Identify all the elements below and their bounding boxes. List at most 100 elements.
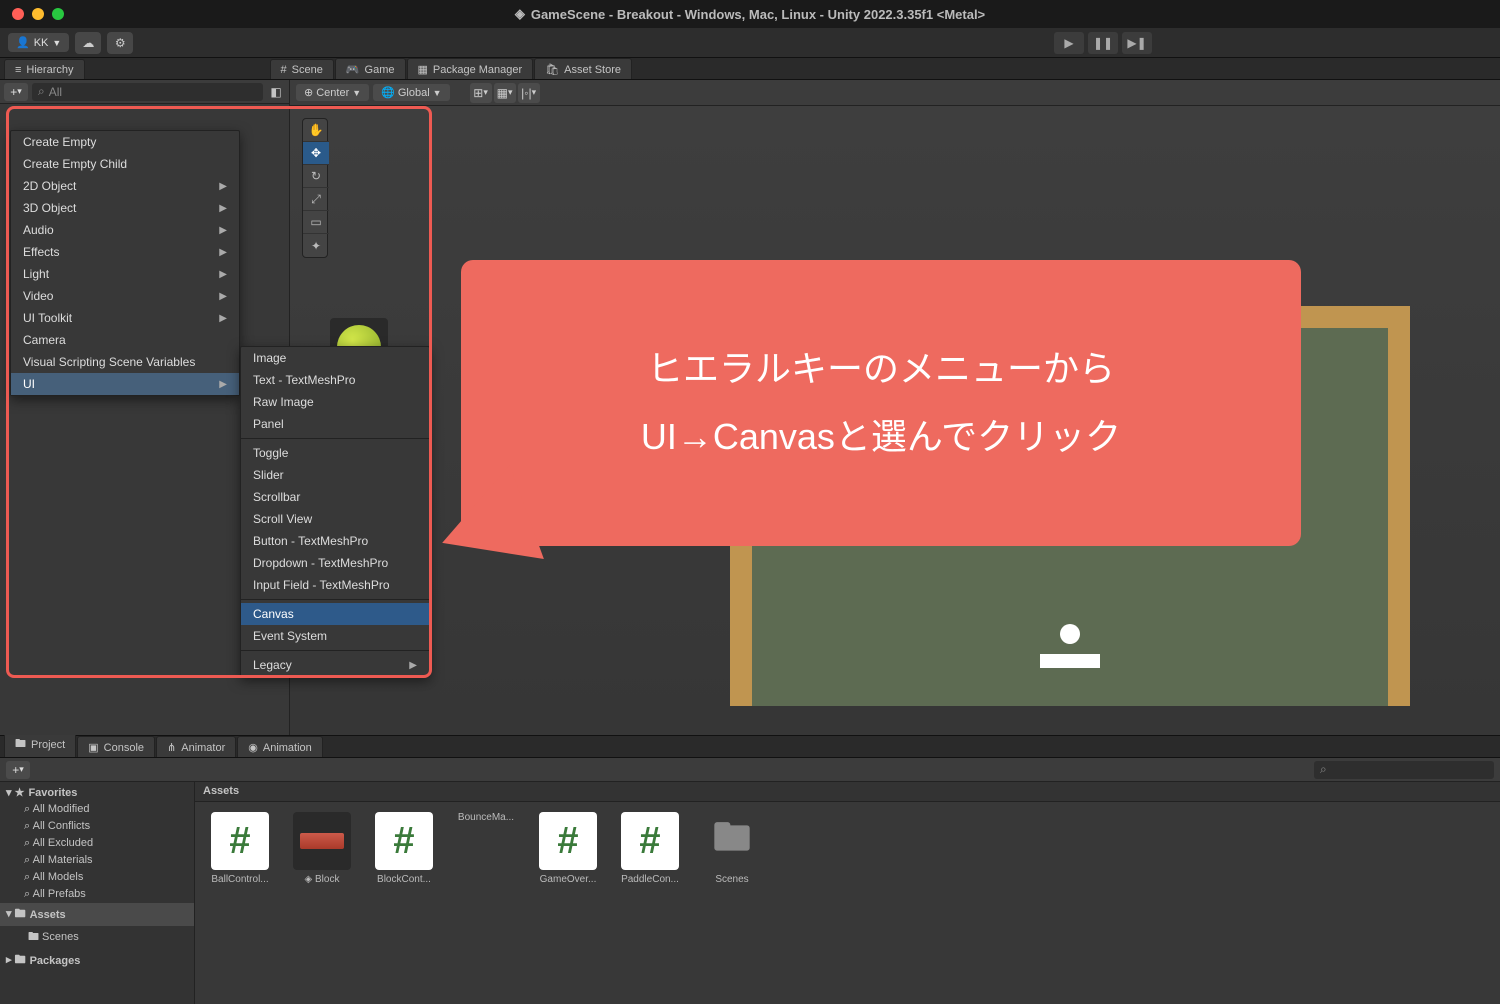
cloud-button[interactable]: ☁ <box>75 32 101 54</box>
increment-snap-icon[interactable]: ▦▾ <box>494 83 516 103</box>
user-icon: 👤 <box>16 36 30 49</box>
title-text: GameScene - Breakout - Windows, Mac, Lin… <box>531 7 985 22</box>
close-icon[interactable] <box>12 8 24 20</box>
project-content: Assets #BallControl...◈ Block#BlockCont.… <box>195 782 1500 1004</box>
snap-group: ⊞▾ ▦▾ |◦|▾ <box>470 83 540 103</box>
settings-button[interactable]: ⚙ <box>107 32 133 54</box>
project-toolbar: +▾ ⌕ <box>0 758 1500 782</box>
context-menu-create: Create EmptyCreate Empty Child2D Object▶… <box>10 130 240 396</box>
space-dropdown[interactable]: 🌐Global▼ <box>373 84 449 101</box>
move-tool-icon[interactable]: ✥ <box>303 142 329 165</box>
tab-console[interactable]: ▣Console <box>77 736 155 757</box>
search-icon: ⌕ <box>38 84 45 99</box>
add-button[interactable]: +▾ <box>4 83 28 101</box>
favorite-all-prefabs[interactable]: ⌕ All Prefabs <box>0 886 194 903</box>
tab-row: ≡Hierarchy #Scene 🎮Game ▦Package Manager… <box>0 58 1500 80</box>
assets-header[interactable]: ▾ 🖿 Assets <box>0 903 194 926</box>
filter-icon[interactable]: ◧ <box>267 85 285 99</box>
pivot-dropdown[interactable]: ⊕Center▼ <box>296 84 369 101</box>
play-button[interactable]: ▶ <box>1054 32 1084 54</box>
tab-game[interactable]: 🎮Game <box>335 58 406 79</box>
menu-item-video[interactable]: Video▶ <box>11 285 239 307</box>
menu-item-ui-toolkit[interactable]: UI Toolkit▶ <box>11 307 239 329</box>
asset-paddlecon-[interactable]: #PaddleCon... <box>615 812 685 885</box>
paddle-object <box>1040 654 1100 668</box>
project-search[interactable]: ⌕ <box>1314 761 1494 779</box>
menu-item-ui[interactable]: UI▶ <box>11 373 239 395</box>
project-tree: ▾ ★ Favorites ⌕ All Modified⌕ All Confli… <box>0 782 195 1004</box>
minimize-icon[interactable] <box>32 8 44 20</box>
asset-scenes[interactable]: 🖿Scenes <box>697 812 767 885</box>
window-titlebar: ◈ GameScene - Breakout - Windows, Mac, L… <box>0 0 1500 28</box>
asset-bouncema-[interactable]: BounceMa... <box>451 812 521 885</box>
search-icon: ⌕ <box>1320 762 1327 777</box>
asset-gameover-[interactable]: #GameOver... <box>533 812 603 885</box>
asset-block[interactable]: ◈ Block <box>287 812 357 885</box>
annotation-callout: ヒエラルキーのメニューから UI→Canvasと選んでクリック <box>461 260 1301 546</box>
search-placeholder: All <box>49 85 62 99</box>
tab-animator[interactable]: ⋔Animator <box>156 736 236 757</box>
menu-item-3d-object[interactable]: 3D Object▶ <box>11 197 239 219</box>
scene-toolbar: ⊕Center▼ 🌐Global▼ ⊞▾ ▦▾ |◦|▾ <box>290 80 1500 106</box>
rotate-tool-icon[interactable]: ↻ <box>303 165 329 188</box>
assets-grid: #BallControl...◈ Block#BlockCont...Bounc… <box>195 802 1500 895</box>
project-add-button[interactable]: +▾ <box>6 761 30 779</box>
tab-hierarchy[interactable]: ≡Hierarchy <box>4 59 85 79</box>
menu-item-effects[interactable]: Effects▶ <box>11 241 239 263</box>
transform-tool-icon[interactable]: ✦ <box>303 234 329 257</box>
submenu-item-panel[interactable]: Panel <box>241 413 429 435</box>
menu-item-camera[interactable]: Camera <box>11 329 239 351</box>
menu-item-audio[interactable]: Audio▶ <box>11 219 239 241</box>
window-title: ◈ GameScene - Breakout - Windows, Mac, L… <box>515 6 985 22</box>
submenu-item-legacy[interactable]: Legacy▶ <box>241 654 429 676</box>
snap-settings-icon[interactable]: |◦|▾ <box>518 83 540 103</box>
menu-item-create-empty[interactable]: Create Empty <box>11 131 239 153</box>
submenu-item-text-textmeshpro[interactable]: Text - TextMeshPro <box>241 369 429 391</box>
submenu-item-raw-image[interactable]: Raw Image <box>241 391 429 413</box>
pause-button[interactable]: ❚❚ <box>1088 32 1118 54</box>
tool-palette: ✋ ✥ ↻ ⤢ ▭ ✦ <box>302 118 328 258</box>
tab-package-manager[interactable]: ▦Package Manager <box>407 58 534 79</box>
scale-tool-icon[interactable]: ⤢ <box>303 188 329 211</box>
submenu-item-slider[interactable]: Slider <box>241 464 429 486</box>
asset-blockcont-[interactable]: #BlockCont... <box>369 812 439 885</box>
project-body: ▾ ★ Favorites ⌕ All Modified⌕ All Confli… <box>0 782 1500 1004</box>
tab-scene[interactable]: #Scene <box>270 59 334 79</box>
unity-logo-icon: ◈ <box>515 6 525 22</box>
tab-animation[interactable]: ◉Animation <box>237 736 323 757</box>
favorite-all-modified[interactable]: ⌕ All Modified <box>0 801 194 818</box>
favorites-header[interactable]: ▾ ★ Favorites <box>0 784 194 801</box>
tree-item-scenes[interactable]: 🖿 Scenes <box>0 926 194 949</box>
menu-item-create-empty-child[interactable]: Create Empty Child <box>11 153 239 175</box>
submenu-item-image[interactable]: Image <box>241 347 429 369</box>
ball-object <box>1060 624 1080 644</box>
account-button[interactable]: 👤 KK ▼ <box>8 33 69 52</box>
favorite-all-models[interactable]: ⌕ All Models <box>0 869 194 886</box>
project-tab-row: 🖿Project ▣Console ⋔Animator ◉Animation <box>0 736 1500 758</box>
account-toolbar: 👤 KK ▼ ☁ ⚙ ▶ ❚❚ ▶❚ <box>0 28 1500 58</box>
menu-item-visual-scripting-scene-variables[interactable]: Visual Scripting Scene Variables <box>11 351 239 373</box>
submenu-item-event-system[interactable]: Event System <box>241 625 429 647</box>
step-button[interactable]: ▶❚ <box>1122 32 1152 54</box>
traffic-lights <box>12 8 64 20</box>
menu-item-light[interactable]: Light▶ <box>11 263 239 285</box>
username-label: KK <box>34 37 49 49</box>
hand-tool-icon[interactable]: ✋ <box>303 119 329 142</box>
maximize-icon[interactable] <box>52 8 64 20</box>
submenu-item-toggle[interactable]: Toggle <box>241 442 429 464</box>
content-header: Assets <box>195 782 1500 802</box>
hierarchy-toolbar: +▾ ⌕ All ◧ <box>0 80 289 104</box>
project-panel: 🖿Project ▣Console ⋔Animator ◉Animation +… <box>0 735 1500 1004</box>
menu-item-2d-object[interactable]: 2D Object▶ <box>11 175 239 197</box>
favorite-all-excluded[interactable]: ⌕ All Excluded <box>0 835 194 852</box>
submenu-item-canvas[interactable]: Canvas <box>241 603 429 625</box>
callout-line2: UI→Canvasと選んでクリック <box>641 403 1121 471</box>
favorite-all-conflicts[interactable]: ⌕ All Conflicts <box>0 818 194 835</box>
hierarchy-search[interactable]: ⌕ All <box>32 83 263 101</box>
tab-asset-store[interactable]: 🛍Asset Store <box>534 58 632 79</box>
grid-snap-icon[interactable]: ⊞▾ <box>470 83 492 103</box>
rect-tool-icon[interactable]: ▭ <box>303 211 329 234</box>
asset-ballcontrol-[interactable]: #BallControl... <box>205 812 275 885</box>
packages-header[interactable]: ▸ 🖿 Packages <box>0 949 194 972</box>
favorite-all-materials[interactable]: ⌕ All Materials <box>0 852 194 869</box>
